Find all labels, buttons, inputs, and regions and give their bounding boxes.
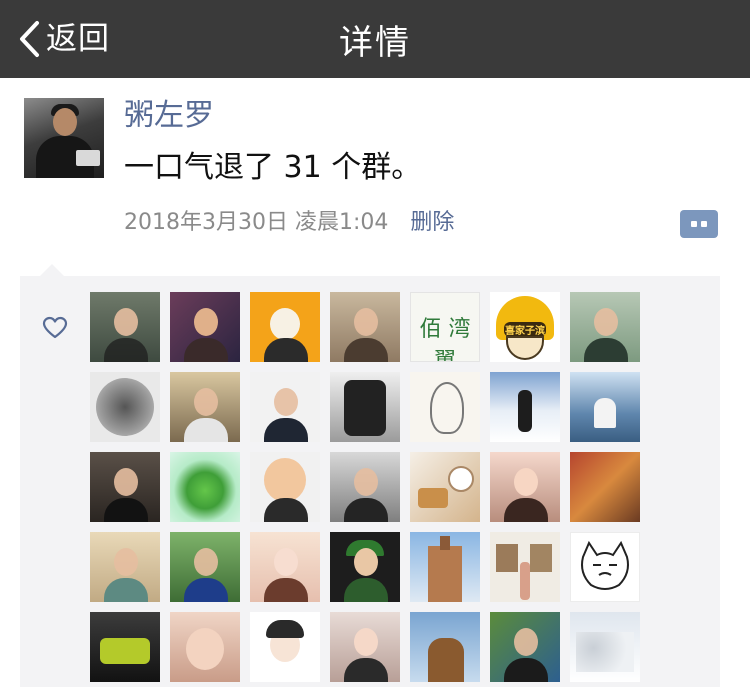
liker-avatar[interactable]: [570, 452, 640, 522]
liker-avatar[interactable]: [90, 292, 160, 362]
liker-avatar[interactable]: [410, 372, 480, 442]
delete-link[interactable]: 删除: [410, 206, 454, 240]
liker-avatar[interactable]: [250, 292, 320, 362]
liker-avatar[interactable]: [170, 372, 240, 442]
liker-avatar[interactable]: [330, 532, 400, 602]
liker-avatar[interactable]: [90, 452, 160, 522]
navigation-bar: 返回 详情: [0, 0, 750, 78]
liker-avatar-grid: 佰 湾 翼 喜家子滨: [90, 292, 640, 682]
liker-avatar[interactable]: [170, 292, 240, 362]
liker-avatar[interactable]: [570, 532, 640, 602]
author-name[interactable]: 粥左罗: [124, 96, 214, 136]
liker-avatar[interactable]: [570, 612, 640, 682]
chevron-left-icon: [18, 20, 40, 58]
liker-avatar[interactable]: [410, 532, 480, 602]
liker-avatar[interactable]: [410, 452, 480, 522]
calligraphy-text: 佰 湾 翼: [419, 317, 471, 362]
liker-avatar[interactable]: [90, 532, 160, 602]
liker-avatar[interactable]: [410, 612, 480, 682]
liker-avatar[interactable]: [570, 292, 640, 362]
liker-avatar[interactable]: [250, 452, 320, 522]
liker-avatar[interactable]: [490, 372, 560, 442]
liker-avatar[interactable]: [90, 612, 160, 682]
liker-avatar[interactable]: [170, 612, 240, 682]
heart-icon: [42, 316, 68, 340]
liker-avatar[interactable]: 佰 湾 翼: [410, 292, 480, 362]
liker-avatar[interactable]: [330, 612, 400, 682]
liker-avatar[interactable]: [170, 452, 240, 522]
post-meta: 2018年3月30日 凌晨1:04 删除: [124, 206, 454, 240]
liker-avatar[interactable]: [570, 372, 640, 442]
back-label: 返回: [46, 20, 110, 57]
liker-avatar[interactable]: [490, 532, 560, 602]
liker-avatar[interactable]: [250, 612, 320, 682]
helmet-badge-text: 喜家子滨: [504, 322, 546, 337]
liker-avatar[interactable]: 喜家子滨: [490, 292, 560, 362]
liker-avatar[interactable]: [490, 612, 560, 682]
liker-avatar[interactable]: [330, 292, 400, 362]
comment-menu-icon[interactable]: [680, 210, 718, 238]
page-title: 详情: [339, 22, 411, 63]
liker-avatar[interactable]: [90, 372, 160, 442]
likes-panel-arrow: [40, 264, 64, 276]
liker-avatar[interactable]: [250, 532, 320, 602]
liker-avatar[interactable]: [490, 452, 560, 522]
liker-avatar[interactable]: [330, 372, 400, 442]
liker-avatar[interactable]: [250, 372, 320, 442]
liker-avatar[interactable]: [330, 452, 400, 522]
back-button[interactable]: 返回: [18, 0, 110, 78]
post-content: 一口气退了 31 个群。: [124, 150, 422, 185]
post-timestamp: 2018年3月30日 凌晨1:04: [124, 210, 389, 235]
author-avatar[interactable]: [24, 98, 104, 178]
liker-avatar[interactable]: [170, 532, 240, 602]
